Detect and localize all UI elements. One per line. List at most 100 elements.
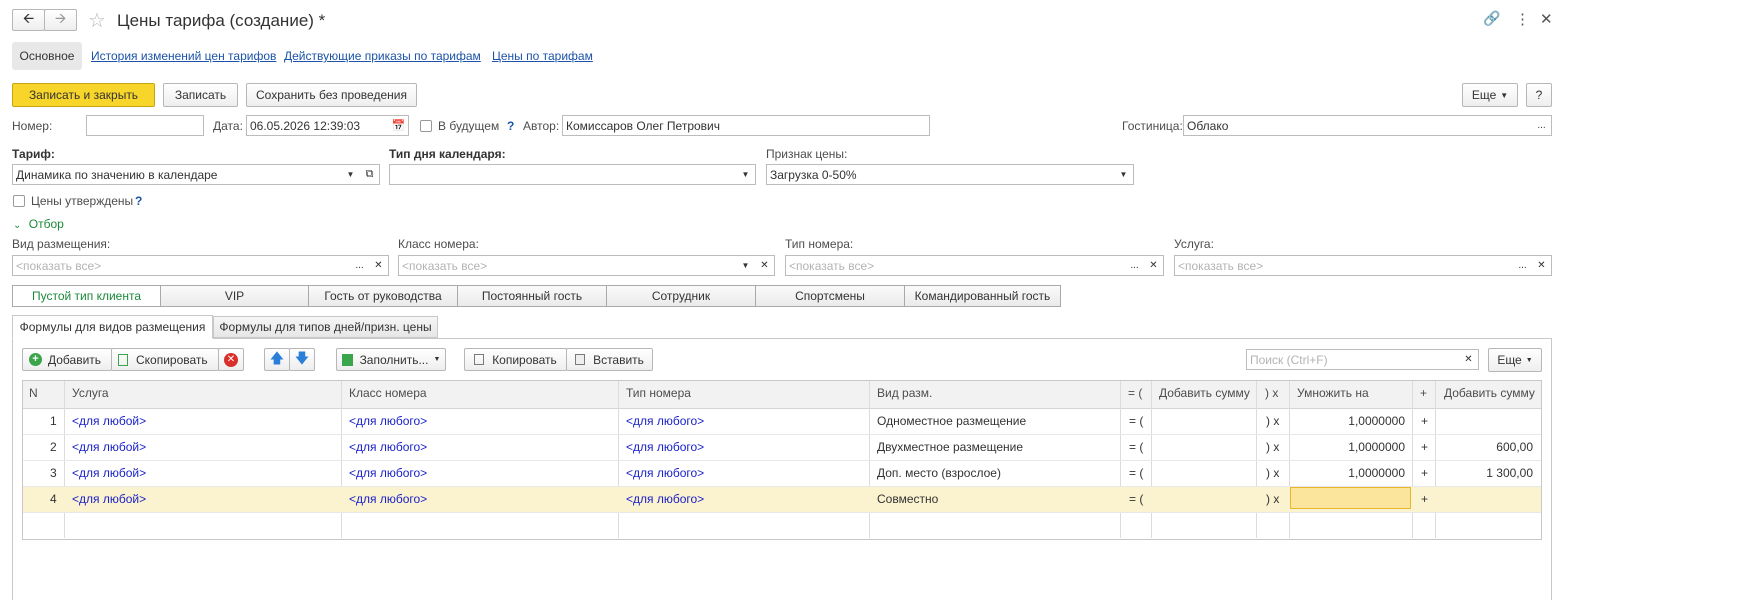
col-header-op3[interactable]: + xyxy=(1420,386,1427,400)
client-tab-vip[interactable]: VIP xyxy=(160,285,309,307)
room-type-clear-icon[interactable]: ✕ xyxy=(1144,255,1164,276)
placement-filter-field[interactable]: <показать все> xyxy=(12,255,351,276)
cell-add2[interactable]: 600,00 xyxy=(1496,440,1533,454)
close-icon[interactable]: ✕ xyxy=(1540,10,1553,28)
forward-button[interactable]: 🡪 xyxy=(44,9,77,31)
price-sign-field[interactable]: Загрузка 0-50% xyxy=(766,164,1115,185)
service-filter-field[interactable]: <показать все> xyxy=(1174,255,1514,276)
col-header-op2[interactable]: ) x xyxy=(1265,386,1278,400)
more-label: Еще xyxy=(1471,88,1497,102)
tariff-dropdown-icon[interactable]: ▼ xyxy=(341,164,361,185)
link-icon[interactable]: 🔗 xyxy=(1483,10,1500,27)
fill-button[interactable]: Заполнить... ▼ xyxy=(336,348,446,371)
room-class-filter-field[interactable]: <показать все> xyxy=(398,255,737,276)
approved-checkbox[interactable] xyxy=(13,195,25,207)
tab-history[interactable]: История изменений цен тарифов xyxy=(91,49,276,63)
date-field[interactable]: 06.05.2026 12:39:03 xyxy=(246,115,390,136)
client-tab-empty[interactable]: Пустой тип клиента xyxy=(12,285,161,307)
tab-prices[interactable]: Цены по тарифам xyxy=(492,49,593,63)
col-header-add2[interactable]: Добавить сумму xyxy=(1444,386,1535,400)
service-select-icon[interactable]: ... xyxy=(1513,255,1533,276)
cell-service[interactable]: <для любой> xyxy=(72,440,146,454)
cell-room-type[interactable]: <для любого> xyxy=(626,440,704,454)
filter-toggle[interactable]: ⌄ Отбор xyxy=(13,217,64,231)
service-clear-icon[interactable]: ✕ xyxy=(1532,255,1552,276)
cell-room-class[interactable]: <для любого> xyxy=(349,492,427,506)
room-class-clear-icon[interactable]: ✕ xyxy=(755,255,775,276)
star-icon[interactable]: ☆ xyxy=(88,8,106,33)
tariff-open-icon[interactable]: ⧉ xyxy=(360,164,380,185)
day-type-dropdown-icon[interactable]: ▼ xyxy=(736,164,756,185)
future-checkbox[interactable] xyxy=(420,120,432,132)
delete-button[interactable]: ✕ xyxy=(218,348,244,371)
hotel-field[interactable]: Облако xyxy=(1183,115,1533,136)
cell-room-type[interactable]: <для любого> xyxy=(626,414,704,428)
room-class-dropdown-icon[interactable]: ▼ xyxy=(736,255,756,276)
more-vert-icon[interactable]: ⋮ xyxy=(1515,10,1530,28)
cell-room-type[interactable]: <для любого> xyxy=(626,492,704,506)
future-help[interactable]: ? xyxy=(507,119,514,133)
cell-room-class[interactable]: <для любого> xyxy=(349,414,427,428)
calendar-icon[interactable]: 📅 xyxy=(389,115,409,136)
cell-placement[interactable]: Одноместное размещение xyxy=(877,414,1026,428)
add-button[interactable]: + Добавить xyxy=(22,348,112,371)
client-tab-regular[interactable]: Постоянный гость xyxy=(457,285,607,307)
client-tab-employee[interactable]: Сотрудник xyxy=(606,285,756,307)
cell-room-class[interactable]: <для любого> xyxy=(349,466,427,480)
search-input[interactable]: Поиск (Ctrl+F) xyxy=(1246,349,1460,370)
placement-clear-icon[interactable]: ✕ xyxy=(369,255,389,276)
cell-mult[interactable]: 1,0000000 xyxy=(1348,440,1405,454)
approved-help[interactable]: ? xyxy=(135,194,142,208)
col-header-add1[interactable]: Добавить сумму xyxy=(1159,386,1250,400)
tab-orders[interactable]: Действующие приказы по тарифам xyxy=(284,49,481,63)
table-more-button[interactable]: Еще ▼ xyxy=(1488,348,1542,372)
formula-tab-placement[interactable]: Формулы для видов размещения xyxy=(12,315,213,339)
cell-service[interactable]: <для любой> xyxy=(72,492,146,506)
cell-service[interactable]: <для любой> xyxy=(72,414,146,428)
write-button[interactable]: Записать xyxy=(163,83,238,107)
tab-main[interactable]: Основное xyxy=(12,42,82,70)
help-button[interactable]: ? xyxy=(1526,83,1552,107)
col-header-room-class[interactable]: Класс номера xyxy=(349,386,427,400)
cell-add2[interactable]: 1 300,00 xyxy=(1486,466,1533,480)
mult-edit-cell[interactable] xyxy=(1290,487,1411,509)
cell-mult[interactable]: 1,0000000 xyxy=(1348,414,1405,428)
cell-placement[interactable]: Совместно xyxy=(877,492,938,506)
move-down-button[interactable]: 🡇 xyxy=(289,348,315,371)
placement-select-icon[interactable]: ... xyxy=(350,255,370,276)
back-button[interactable]: 🡨 xyxy=(12,9,45,31)
col-header-mult[interactable]: Умножить на xyxy=(1297,386,1369,400)
cell-room-class[interactable]: <для любого> xyxy=(349,440,427,454)
more-button[interactable]: Еще ▼ xyxy=(1462,83,1518,107)
save-no-post-button[interactable]: Сохранить без проведения xyxy=(246,83,417,107)
cell-mult[interactable]: 1,0000000 xyxy=(1348,466,1405,480)
write-close-button[interactable]: Записать и закрыть xyxy=(12,83,155,107)
formula-tab-daytypes[interactable]: Формулы для типов дней/призн. цены xyxy=(213,316,438,338)
paste-button[interactable]: Вставить xyxy=(566,348,653,371)
col-header-room-type[interactable]: Тип номера xyxy=(626,386,691,400)
copy-row-button[interactable]: Скопировать xyxy=(111,348,219,371)
client-tab-athletes[interactable]: Спортсмены xyxy=(755,285,905,307)
cell-service[interactable]: <для любой> xyxy=(72,466,146,480)
cell-placement[interactable]: Двухместное размещение xyxy=(877,440,1023,454)
day-type-field[interactable] xyxy=(389,164,737,185)
tariff-field[interactable]: Динамика по значению в календаре xyxy=(12,164,342,185)
paste-icon xyxy=(575,354,586,365)
cell-room-type[interactable]: <для любого> xyxy=(626,466,704,480)
price-sign-dropdown-icon[interactable]: ▼ xyxy=(1114,164,1134,185)
col-header-placement[interactable]: Вид разм. xyxy=(877,386,932,400)
move-up-button[interactable]: 🡅 xyxy=(264,348,290,371)
hotel-select-icon[interactable]: ... xyxy=(1532,115,1552,136)
col-header-service[interactable]: Услуга xyxy=(72,386,109,400)
copy-button[interactable]: Копировать xyxy=(464,348,567,371)
author-field[interactable]: Комиссаров Олег Петрович xyxy=(562,115,930,136)
col-header-n[interactable]: N xyxy=(29,386,38,400)
room-type-filter-field[interactable]: <показать все> xyxy=(785,255,1126,276)
number-field[interactable] xyxy=(86,115,204,136)
cell-placement[interactable]: Доп. место (взрослое) xyxy=(877,466,1001,480)
client-tab-management[interactable]: Гость от руководства xyxy=(308,285,458,307)
search-clear-icon[interactable]: ✕ xyxy=(1459,349,1479,370)
room-type-select-icon[interactable]: ... xyxy=(1125,255,1145,276)
client-tab-business[interactable]: Командированный гость xyxy=(904,285,1061,307)
col-header-op1[interactable]: = ( xyxy=(1128,386,1142,400)
